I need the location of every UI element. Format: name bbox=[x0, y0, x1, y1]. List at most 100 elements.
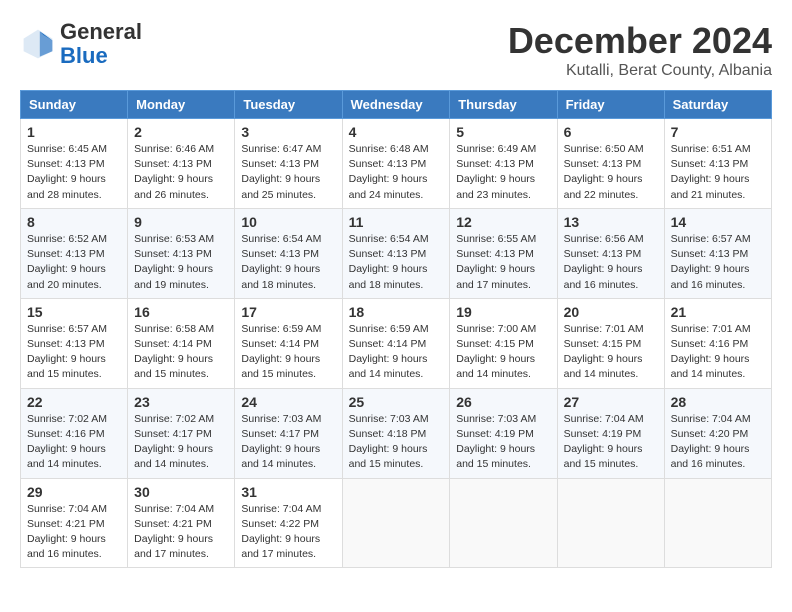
sunset-label: Sunset: 4:15 PM bbox=[456, 338, 534, 350]
calendar-week-5: 29 Sunrise: 7:04 AM Sunset: 4:21 PM Dayl… bbox=[21, 478, 772, 568]
calendar-cell: 25 Sunrise: 7:03 AM Sunset: 4:18 PM Dayl… bbox=[342, 388, 450, 478]
sunrise-label: Sunrise: 6:58 AM bbox=[134, 323, 214, 335]
sunset-label: Sunset: 4:16 PM bbox=[671, 338, 749, 350]
sunrise-label: Sunrise: 6:54 AM bbox=[241, 233, 321, 245]
daylight-label: Daylight: 9 hours and 19 minutes. bbox=[134, 263, 213, 290]
sunrise-label: Sunrise: 7:01 AM bbox=[564, 323, 644, 335]
calendar-cell: 10 Sunrise: 6:54 AM Sunset: 4:13 PM Dayl… bbox=[235, 208, 342, 298]
day-info: Sunrise: 6:57 AM Sunset: 4:13 PM Dayligh… bbox=[671, 232, 765, 293]
sunset-label: Sunset: 4:21 PM bbox=[27, 518, 105, 530]
sunrise-label: Sunrise: 7:04 AM bbox=[564, 413, 644, 425]
day-number: 19 bbox=[456, 304, 550, 320]
sunrise-label: Sunrise: 6:49 AM bbox=[456, 143, 536, 155]
calendar-week-2: 8 Sunrise: 6:52 AM Sunset: 4:13 PM Dayli… bbox=[21, 208, 772, 298]
day-number: 13 bbox=[564, 214, 658, 230]
day-number: 12 bbox=[456, 214, 550, 230]
sunrise-label: Sunrise: 6:53 AM bbox=[134, 233, 214, 245]
weekday-header-wednesday: Wednesday bbox=[342, 91, 450, 119]
calendar-cell: 16 Sunrise: 6:58 AM Sunset: 4:14 PM Dayl… bbox=[128, 298, 235, 388]
calendar-cell: 7 Sunrise: 6:51 AM Sunset: 4:13 PM Dayli… bbox=[664, 119, 771, 209]
calendar-cell: 30 Sunrise: 7:04 AM Sunset: 4:21 PM Dayl… bbox=[128, 478, 235, 568]
day-number: 17 bbox=[241, 304, 335, 320]
daylight-label: Daylight: 9 hours and 14 minutes. bbox=[671, 353, 750, 380]
calendar-cell: 9 Sunrise: 6:53 AM Sunset: 4:13 PM Dayli… bbox=[128, 208, 235, 298]
daylight-label: Daylight: 9 hours and 17 minutes. bbox=[134, 533, 213, 560]
calendar-cell bbox=[557, 478, 664, 568]
sunrise-label: Sunrise: 6:50 AM bbox=[564, 143, 644, 155]
daylight-label: Daylight: 9 hours and 17 minutes. bbox=[241, 533, 320, 560]
daylight-label: Daylight: 9 hours and 15 minutes. bbox=[241, 353, 320, 380]
daylight-label: Daylight: 9 hours and 16 minutes. bbox=[671, 443, 750, 470]
daylight-label: Daylight: 9 hours and 20 minutes. bbox=[27, 263, 106, 290]
sunrise-label: Sunrise: 7:03 AM bbox=[241, 413, 321, 425]
calendar-cell bbox=[342, 478, 450, 568]
day-number: 28 bbox=[671, 394, 765, 410]
calendar-table: SundayMondayTuesdayWednesdayThursdayFrid… bbox=[20, 90, 772, 568]
calendar-cell: 28 Sunrise: 7:04 AM Sunset: 4:20 PM Dayl… bbox=[664, 388, 771, 478]
sunset-label: Sunset: 4:13 PM bbox=[27, 338, 105, 350]
location-subtitle: Kutalli, Berat County, Albania bbox=[508, 62, 772, 80]
day-number: 18 bbox=[349, 304, 444, 320]
sunset-label: Sunset: 4:13 PM bbox=[241, 248, 319, 260]
sunset-label: Sunset: 4:13 PM bbox=[564, 248, 642, 260]
day-number: 21 bbox=[671, 304, 765, 320]
sunrise-label: Sunrise: 6:51 AM bbox=[671, 143, 751, 155]
day-info: Sunrise: 6:56 AM Sunset: 4:13 PM Dayligh… bbox=[564, 232, 658, 293]
sunrise-label: Sunrise: 7:02 AM bbox=[27, 413, 107, 425]
calendar-week-1: 1 Sunrise: 6:45 AM Sunset: 4:13 PM Dayli… bbox=[21, 119, 772, 209]
day-number: 2 bbox=[134, 124, 228, 140]
daylight-label: Daylight: 9 hours and 26 minutes. bbox=[134, 173, 213, 200]
calendar-cell: 21 Sunrise: 7:01 AM Sunset: 4:16 PM Dayl… bbox=[664, 298, 771, 388]
sunset-label: Sunset: 4:13 PM bbox=[27, 248, 105, 260]
day-info: Sunrise: 6:48 AM Sunset: 4:13 PM Dayligh… bbox=[349, 142, 444, 203]
sunset-label: Sunset: 4:13 PM bbox=[27, 158, 105, 170]
calendar-cell: 26 Sunrise: 7:03 AM Sunset: 4:19 PM Dayl… bbox=[450, 388, 557, 478]
sunrise-label: Sunrise: 6:54 AM bbox=[349, 233, 429, 245]
sunset-label: Sunset: 4:13 PM bbox=[456, 158, 534, 170]
day-number: 3 bbox=[241, 124, 335, 140]
daylight-label: Daylight: 9 hours and 18 minutes. bbox=[349, 263, 428, 290]
daylight-label: Daylight: 9 hours and 15 minutes. bbox=[27, 353, 106, 380]
day-number: 26 bbox=[456, 394, 550, 410]
weekday-header-sunday: Sunday bbox=[21, 91, 128, 119]
daylight-label: Daylight: 9 hours and 14 minutes. bbox=[349, 353, 428, 380]
sunrise-label: Sunrise: 7:04 AM bbox=[27, 503, 107, 515]
calendar-week-3: 15 Sunrise: 6:57 AM Sunset: 4:13 PM Dayl… bbox=[21, 298, 772, 388]
calendar-cell: 29 Sunrise: 7:04 AM Sunset: 4:21 PM Dayl… bbox=[21, 478, 128, 568]
sunrise-label: Sunrise: 7:00 AM bbox=[456, 323, 536, 335]
daylight-label: Daylight: 9 hours and 14 minutes. bbox=[27, 443, 106, 470]
sunrise-label: Sunrise: 7:02 AM bbox=[134, 413, 214, 425]
calendar-cell: 24 Sunrise: 7:03 AM Sunset: 4:17 PM Dayl… bbox=[235, 388, 342, 478]
day-number: 4 bbox=[349, 124, 444, 140]
day-number: 16 bbox=[134, 304, 228, 320]
day-info: Sunrise: 7:03 AM Sunset: 4:18 PM Dayligh… bbox=[349, 412, 444, 473]
daylight-label: Daylight: 9 hours and 16 minutes. bbox=[671, 263, 750, 290]
logo: General Blue bbox=[20, 20, 142, 68]
sunset-label: Sunset: 4:13 PM bbox=[349, 158, 427, 170]
day-info: Sunrise: 6:54 AM Sunset: 4:13 PM Dayligh… bbox=[241, 232, 335, 293]
day-info: Sunrise: 6:59 AM Sunset: 4:14 PM Dayligh… bbox=[349, 322, 444, 383]
sunset-label: Sunset: 4:13 PM bbox=[564, 158, 642, 170]
calendar-cell bbox=[664, 478, 771, 568]
calendar-cell: 15 Sunrise: 6:57 AM Sunset: 4:13 PM Dayl… bbox=[21, 298, 128, 388]
day-number: 5 bbox=[456, 124, 550, 140]
calendar-cell: 14 Sunrise: 6:57 AM Sunset: 4:13 PM Dayl… bbox=[664, 208, 771, 298]
calendar-cell: 1 Sunrise: 6:45 AM Sunset: 4:13 PM Dayli… bbox=[21, 119, 128, 209]
day-number: 15 bbox=[27, 304, 121, 320]
sunset-label: Sunset: 4:13 PM bbox=[456, 248, 534, 260]
day-info: Sunrise: 7:02 AM Sunset: 4:16 PM Dayligh… bbox=[27, 412, 121, 473]
day-info: Sunrise: 6:51 AM Sunset: 4:13 PM Dayligh… bbox=[671, 142, 765, 203]
daylight-label: Daylight: 9 hours and 17 minutes. bbox=[456, 263, 535, 290]
daylight-label: Daylight: 9 hours and 14 minutes. bbox=[456, 353, 535, 380]
sunrise-label: Sunrise: 6:57 AM bbox=[671, 233, 751, 245]
calendar-week-4: 22 Sunrise: 7:02 AM Sunset: 4:16 PM Dayl… bbox=[21, 388, 772, 478]
sunrise-label: Sunrise: 7:01 AM bbox=[671, 323, 751, 335]
sunset-label: Sunset: 4:15 PM bbox=[564, 338, 642, 350]
day-number: 11 bbox=[349, 214, 444, 230]
sunset-label: Sunset: 4:13 PM bbox=[134, 248, 212, 260]
day-info: Sunrise: 7:04 AM Sunset: 4:20 PM Dayligh… bbox=[671, 412, 765, 473]
sunset-label: Sunset: 4:18 PM bbox=[349, 428, 427, 440]
calendar-cell: 22 Sunrise: 7:02 AM Sunset: 4:16 PM Dayl… bbox=[21, 388, 128, 478]
sunrise-label: Sunrise: 7:04 AM bbox=[241, 503, 321, 515]
daylight-label: Daylight: 9 hours and 15 minutes. bbox=[134, 353, 213, 380]
